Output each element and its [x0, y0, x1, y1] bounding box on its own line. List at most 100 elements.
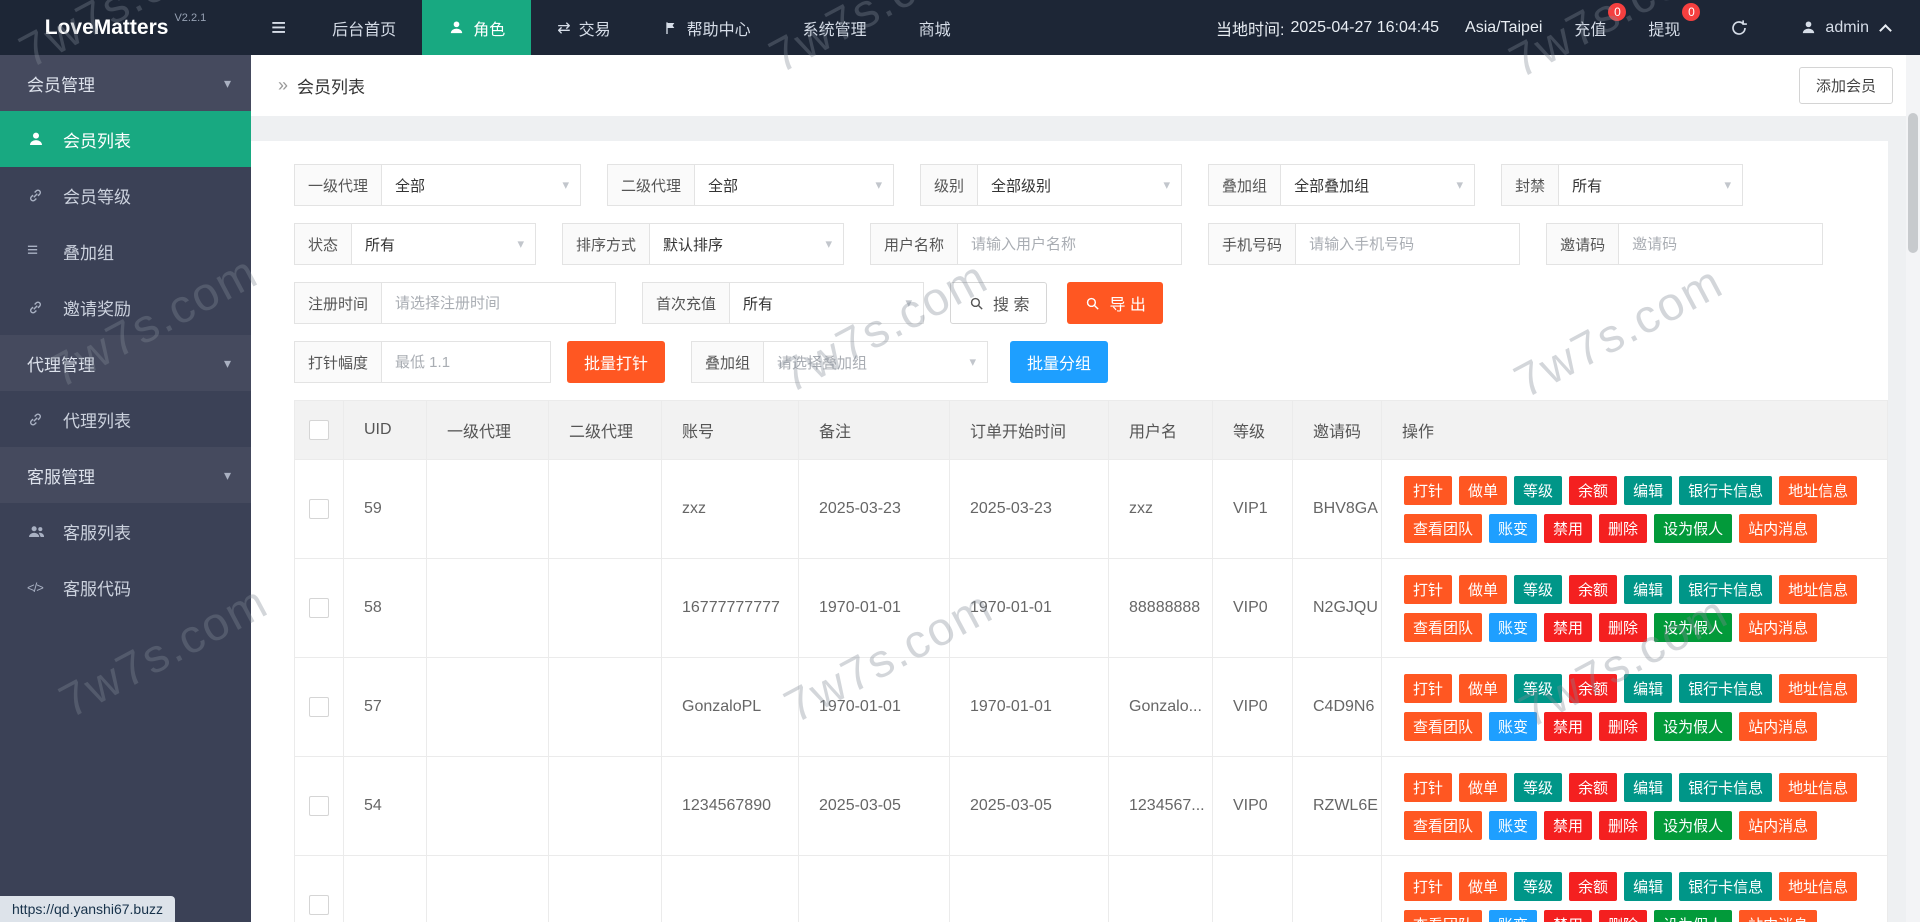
action-edit[interactable]: 编辑	[1624, 673, 1673, 703]
action-site-message[interactable]: 站内消息	[1739, 612, 1818, 642]
action-disable[interactable]: 禁用	[1544, 513, 1593, 543]
nav-mall[interactable]: 商城	[893, 0, 977, 55]
sidebar-item-support-list[interactable]: 客服列表	[0, 503, 251, 559]
action-view-team[interactable]: 查看团队	[1404, 513, 1483, 543]
action-bank-card-info[interactable]: 银行卡信息	[1679, 475, 1773, 505]
action-address-info[interactable]: 地址信息	[1779, 772, 1858, 802]
first-recharge-select[interactable]: 所有 ▾	[729, 282, 925, 324]
reg-time-input[interactable]	[381, 282, 617, 324]
action-balance-change[interactable]: 账变	[1489, 711, 1538, 741]
action-edit[interactable]: 编辑	[1624, 772, 1673, 802]
vertical-scrollbar[interactable]	[1906, 55, 1920, 922]
action-needle[interactable]: 打针	[1404, 772, 1453, 802]
sidebar-item-member-list[interactable]: 会员列表	[0, 111, 251, 167]
action-view-team[interactable]: 查看团队	[1404, 612, 1483, 642]
row-checkbox[interactable]	[309, 796, 329, 816]
action-balance[interactable]: 余额	[1569, 673, 1618, 703]
action-balance-change[interactable]: 账变	[1489, 513, 1538, 543]
action-balance-change[interactable]: 账变	[1489, 810, 1538, 840]
action-set-fake-user[interactable]: 设为假人	[1654, 513, 1733, 543]
action-balance-change[interactable]: 账变	[1489, 612, 1538, 642]
needle-range-input[interactable]	[381, 341, 552, 383]
action-needle[interactable]: 打针	[1404, 475, 1453, 505]
action-level[interactable]: 等级	[1514, 574, 1563, 604]
action-balance[interactable]: 余额	[1569, 871, 1618, 901]
action-bank-card-info[interactable]: 银行卡信息	[1679, 871, 1773, 901]
action-view-team[interactable]: 查看团队	[1404, 711, 1483, 741]
batch-group-select[interactable]: 请选择叠加组 ▾	[763, 341, 989, 383]
sidebar-group-member-management[interactable]: 会员管理 ▾	[0, 55, 251, 111]
action-needle[interactable]: 打针	[1404, 574, 1453, 604]
sidebar-item-stack-group[interactable]: ≡ 叠加组	[0, 223, 251, 279]
action-delete[interactable]: 删除	[1599, 909, 1648, 922]
recharge-button[interactable]: 充值 0	[1556, 0, 1630, 55]
action-make-order[interactable]: 做单	[1459, 673, 1508, 703]
action-make-order[interactable]: 做单	[1459, 574, 1508, 604]
nav-trade[interactable]: ⇄ 交易	[531, 0, 636, 55]
action-edit[interactable]: 编辑	[1624, 574, 1673, 604]
action-balance[interactable]: 余额	[1569, 772, 1618, 802]
action-needle[interactable]: 打针	[1404, 871, 1453, 901]
action-delete[interactable]: 删除	[1599, 810, 1648, 840]
sidebar-item-invite-reward[interactable]: 邀请奖励	[0, 279, 251, 335]
action-delete[interactable]: 删除	[1599, 513, 1648, 543]
scrollbar-thumb[interactable]	[1908, 113, 1918, 253]
action-site-message[interactable]: 站内消息	[1739, 513, 1818, 543]
action-disable[interactable]: 禁用	[1544, 810, 1593, 840]
action-address-info[interactable]: 地址信息	[1779, 475, 1858, 505]
action-address-info[interactable]: 地址信息	[1779, 574, 1858, 604]
sort-select[interactable]: 默认排序 ▾	[649, 223, 845, 265]
nav-roles[interactable]: 角色	[422, 0, 532, 55]
action-view-team[interactable]: 查看团队	[1404, 909, 1483, 922]
user-menu[interactable]: admin	[1774, 0, 1920, 55]
action-set-fake-user[interactable]: 设为假人	[1654, 909, 1733, 922]
action-address-info[interactable]: 地址信息	[1779, 871, 1858, 901]
action-set-fake-user[interactable]: 设为假人	[1654, 711, 1733, 741]
agent1-select[interactable]: 全部 ▾	[381, 164, 582, 206]
ban-select[interactable]: 所有 ▾	[1558, 164, 1744, 206]
nav-system[interactable]: 系统管理	[777, 0, 893, 55]
batch-group-button[interactable]: 批量分组	[1010, 341, 1109, 383]
action-level[interactable]: 等级	[1514, 772, 1563, 802]
action-edit[interactable]: 编辑	[1624, 475, 1673, 505]
phone-input[interactable]	[1295, 223, 1521, 265]
action-balance[interactable]: 余额	[1569, 574, 1618, 604]
select-all-checkbox[interactable]	[309, 420, 329, 440]
action-balance[interactable]: 余额	[1569, 475, 1618, 505]
row-checkbox[interactable]	[309, 895, 329, 915]
row-checkbox[interactable]	[309, 499, 329, 519]
action-needle[interactable]: 打针	[1404, 673, 1453, 703]
add-member-button[interactable]: 添加会员	[1798, 67, 1893, 104]
search-button[interactable]: 搜 索	[950, 282, 1048, 324]
action-bank-card-info[interactable]: 银行卡信息	[1679, 673, 1773, 703]
action-set-fake-user[interactable]: 设为假人	[1654, 612, 1733, 642]
agent2-select[interactable]: 全部 ▾	[694, 164, 895, 206]
action-make-order[interactable]: 做单	[1459, 475, 1508, 505]
action-level[interactable]: 等级	[1514, 475, 1563, 505]
sidebar-item-member-level[interactable]: 会员等级	[0, 167, 251, 223]
action-edit[interactable]: 编辑	[1624, 871, 1673, 901]
action-level[interactable]: 等级	[1514, 871, 1563, 901]
nav-help-center[interactable]: 帮助中心	[637, 0, 777, 55]
row-checkbox[interactable]	[309, 697, 329, 717]
action-site-message[interactable]: 站内消息	[1739, 810, 1818, 840]
refresh-button[interactable]	[1704, 0, 1774, 55]
invite-code-input[interactable]	[1618, 223, 1824, 265]
username-input[interactable]	[957, 223, 1183, 265]
level-select[interactable]: 全部级别 ▾	[977, 164, 1183, 206]
sidebar-item-support-code[interactable]: </> 客服代码	[0, 559, 251, 615]
action-bank-card-info[interactable]: 银行卡信息	[1679, 772, 1773, 802]
action-address-info[interactable]: 地址信息	[1779, 673, 1858, 703]
action-set-fake-user[interactable]: 设为假人	[1654, 810, 1733, 840]
action-disable[interactable]: 禁用	[1544, 612, 1593, 642]
action-delete[interactable]: 删除	[1599, 711, 1648, 741]
action-delete[interactable]: 删除	[1599, 612, 1648, 642]
sidebar-group-support-management[interactable]: 客服管理 ▾	[0, 447, 251, 503]
batch-needle-button[interactable]: 批量打针	[567, 341, 666, 383]
action-level[interactable]: 等级	[1514, 673, 1563, 703]
action-make-order[interactable]: 做单	[1459, 772, 1508, 802]
action-disable[interactable]: 禁用	[1544, 711, 1593, 741]
action-view-team[interactable]: 查看团队	[1404, 810, 1483, 840]
action-balance-change[interactable]: 账变	[1489, 909, 1538, 922]
nav-dashboard[interactable]: 后台首页	[306, 0, 422, 55]
